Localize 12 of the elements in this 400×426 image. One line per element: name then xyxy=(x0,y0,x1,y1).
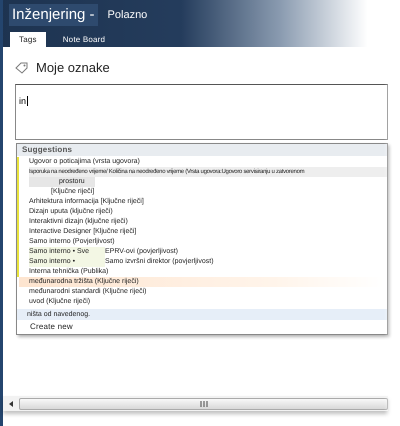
heading: Moje oznake xyxy=(36,58,110,77)
suggestions-title: Suggestions xyxy=(17,144,387,156)
scroll-left-icon xyxy=(9,400,13,406)
home-link[interactable]: Polazno xyxy=(108,6,148,24)
scrollbar-thumb[interactable] xyxy=(19,398,388,410)
create-new-option[interactable]: Create new xyxy=(17,320,387,334)
site-title[interactable]: Inženjering - xyxy=(9,4,98,26)
grip-icon xyxy=(200,400,208,406)
tab[interactable]: Note Board xyxy=(54,32,114,47)
tag-icon xyxy=(15,62,28,74)
tab[interactable]: Tags xyxy=(10,32,46,47)
tag-input-field[interactable]: in xyxy=(15,84,388,140)
